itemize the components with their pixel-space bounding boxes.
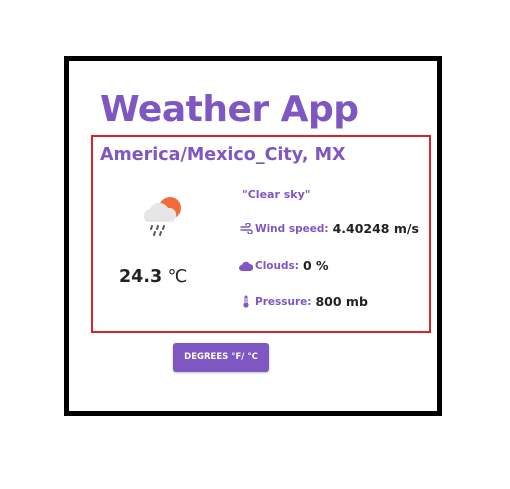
toggle-units-button[interactable]: DEGREES °F/ °C <box>173 343 269 372</box>
pressure-row: Pressure: 800 mb <box>239 294 368 309</box>
clouds-label: Clouds: <box>255 259 299 272</box>
app-container: Weather App America/Mexico_City, MX 24.3… <box>64 56 442 416</box>
clouds-row: Clouds: 0 % <box>239 258 329 273</box>
clouds-value: 0 % <box>302 258 329 273</box>
cloud-icon <box>239 259 253 273</box>
weather-card: America/Mexico_City, MX 24.3 ℃ "Clear sk… <box>91 135 431 333</box>
location-name: America/Mexico_City, MX <box>100 145 346 165</box>
weather-description: "Clear sky" <box>242 188 311 201</box>
wind-speed-value: 4.40248 m/s <box>332 221 419 236</box>
wind-speed-label: Wind speed: <box>255 222 329 235</box>
temperature-unit: ℃ <box>167 267 188 287</box>
wind-speed-row: Wind speed: 4.40248 m/s <box>239 221 419 236</box>
app-title: Weather App <box>100 89 359 130</box>
wind-icon <box>239 222 253 236</box>
cloud-sun-rain-icon <box>135 189 191 245</box>
thermometer-icon <box>239 295 253 309</box>
pressure-value: 800 mb <box>315 294 368 309</box>
temperature-display: 24.3 ℃ <box>119 265 187 289</box>
pressure-label: Pressure: <box>255 295 312 308</box>
temperature-value: 24.3 <box>119 267 163 287</box>
